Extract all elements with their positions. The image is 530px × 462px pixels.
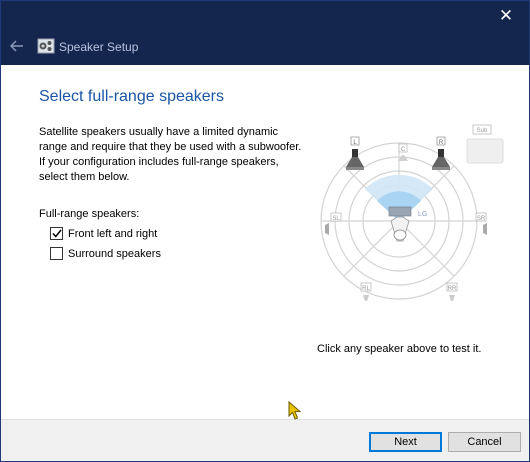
speaker-rear-right[interactable]: RR xyxy=(446,282,458,301)
front-left-right-label: Front left and right xyxy=(68,227,158,240)
next-button[interactable]: Next xyxy=(369,432,442,452)
full-range-group-label: Full-range speakers: xyxy=(39,208,140,220)
speaker-front-right[interactable]: R xyxy=(432,136,450,170)
speaker-front-left[interactable]: L xyxy=(346,136,364,170)
speaker-setup-window: ✕ Speaker Setup Select full-range speake… xyxy=(0,0,530,462)
front-left-right-option[interactable]: Front left and right xyxy=(50,227,157,240)
button-bar: Next Cancel xyxy=(1,419,529,461)
checkmark-icon xyxy=(51,229,62,238)
close-icon: ✕ xyxy=(498,6,514,25)
speaker-surround-right[interactable]: SR xyxy=(475,212,487,235)
speaker-setup-app-icon xyxy=(37,38,55,54)
window-title: Speaker Setup xyxy=(59,40,139,54)
back-arrow-icon xyxy=(10,40,23,52)
speaker-label-rr: RR xyxy=(448,286,457,292)
speaker-label-sl: SL xyxy=(332,216,340,222)
page-heading: Select full-range speakers xyxy=(39,88,224,105)
speaker-label-sub: Sub xyxy=(477,128,488,134)
title-bar: ✕ Speaker Setup xyxy=(1,1,529,65)
surround-speakers-option[interactable]: Surround speakers xyxy=(50,247,161,260)
page-description: Satellite speakers usually have a limite… xyxy=(39,126,302,183)
close-button[interactable]: ✕ xyxy=(483,1,529,31)
front-left-right-checkbox[interactable] xyxy=(50,227,63,240)
speaker-subwoofer[interactable]: Sub xyxy=(466,124,504,164)
speaker-label-c: C xyxy=(401,147,406,153)
speaker-label-rl: RL xyxy=(362,286,370,292)
speaker-diagram: L C R Sub SL SR RL RR LG xyxy=(320,124,504,301)
test-hint-text: Click any speaker above to test it. xyxy=(317,343,482,355)
listener-label: LG xyxy=(418,211,427,218)
mouse-cursor-icon xyxy=(288,401,302,420)
surround-speakers-label: Surround speakers xyxy=(68,247,161,260)
speaker-label-sr: SR xyxy=(477,216,486,222)
speaker-label-r: R xyxy=(439,140,444,146)
back-button[interactable] xyxy=(7,37,27,55)
surround-speakers-checkbox[interactable] xyxy=(50,247,63,260)
listener-position: LG xyxy=(388,206,427,242)
speaker-surround-left[interactable]: SL xyxy=(325,212,342,235)
cancel-button[interactable]: Cancel xyxy=(448,432,521,452)
